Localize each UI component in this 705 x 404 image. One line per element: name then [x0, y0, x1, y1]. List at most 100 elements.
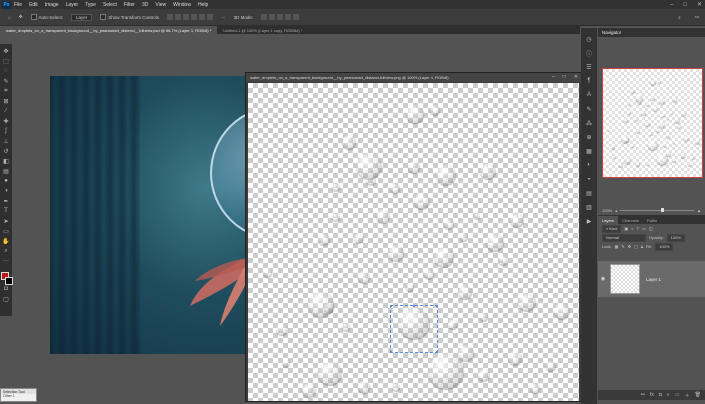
history-brush-icon[interactable]: ↺	[1, 146, 11, 156]
zoom-slider-knob[interactable]	[660, 207, 664, 212]
opacity-field[interactable]: 100%	[666, 233, 685, 242]
group-icon[interactable]: ▭	[675, 392, 680, 398]
tab-paths[interactable]: Paths	[643, 216, 661, 224]
brush-settings-icon[interactable]: ✎	[585, 105, 593, 113]
filter-smart-icon[interactable]: ◫	[649, 226, 653, 231]
transform-selection-box[interactable]	[390, 305, 438, 353]
layer-row-layer-1[interactable]: ◉ Layer 1	[598, 261, 705, 297]
history-panel-icon[interactable]: ◷	[585, 35, 593, 43]
tab-layers[interactable]: Layers	[598, 216, 619, 224]
quick-mask-icon[interactable]: ◘	[1, 284, 11, 294]
eyedropper-icon[interactable]: ∕	[1, 106, 11, 116]
auto-select-dropdown[interactable]: Layer	[71, 13, 93, 21]
search-icon[interactable]: ⌕	[678, 15, 681, 20]
more-options-icon[interactable]: ···	[221, 15, 226, 20]
brushes-panel-icon[interactable]: ⁂	[585, 119, 593, 127]
layer-style-icon[interactable]: fx	[650, 392, 654, 398]
link-layers-icon[interactable]: ⚯	[641, 392, 645, 398]
align-top-icon[interactable]	[191, 14, 198, 20]
background-document-canvas[interactable]	[50, 76, 246, 354]
tab-channels[interactable]: Channels	[618, 216, 643, 224]
doc-minimize-button[interactable]: –	[552, 73, 555, 82]
dodge-icon[interactable]: ◑	[1, 186, 11, 196]
transform-handle[interactable]	[390, 305, 392, 307]
filter-type-icon[interactable]: T	[637, 226, 639, 231]
align-middle-icon[interactable]	[199, 14, 206, 20]
styles-panel-icon[interactable]: ▥	[585, 203, 593, 211]
eraser-icon[interactable]: ◧	[1, 156, 11, 166]
kind-filter-dropdown[interactable]: ⌕ Kind	[602, 224, 622, 233]
menu-3d[interactable]: 3D	[142, 2, 148, 8]
maximize-button[interactable]: □	[683, 2, 687, 8]
filter-pixel-icon[interactable]: ▣	[624, 226, 628, 231]
adjustment-layer-icon[interactable]: ◐	[667, 392, 670, 398]
align-center-icon[interactable]	[175, 14, 182, 20]
menu-select[interactable]: Select	[103, 2, 117, 8]
3d-rotate-icon[interactable]	[261, 14, 268, 20]
menu-layer[interactable]: Layer	[66, 2, 79, 8]
adjustments-panel-icon[interactable]: ◒	[585, 175, 593, 183]
path-select-icon[interactable]: ➤	[1, 216, 11, 226]
swatches-panel-icon[interactable]: ▦	[585, 147, 593, 155]
transform-controls-option[interactable]: Show Transform Controls	[100, 14, 159, 20]
stamp-icon[interactable]: ⊥	[1, 136, 11, 146]
align-left-icon[interactable]	[167, 14, 174, 20]
lock-paint-icon[interactable]: ✎	[621, 244, 624, 249]
libraries-panel-icon[interactable]: ▤	[585, 189, 593, 197]
home-icon[interactable]: ⌂	[8, 15, 11, 20]
zoom-out-icon[interactable]: ▴	[615, 208, 617, 213]
transform-handle[interactable]	[390, 351, 392, 353]
zoom-icon[interactable]: ⌕	[1, 246, 11, 256]
menu-type[interactable]: Type	[85, 2, 96, 8]
menu-image[interactable]: Image	[45, 2, 59, 8]
tab-document-1[interactable]: water_droplets_on_a_transparent_backgrou…	[0, 26, 218, 34]
document-title-bar[interactable]: water_droplets_on_a_transparent_backgrou…	[246, 73, 581, 82]
auto-select-option[interactable]: Auto-Select:	[30, 14, 63, 20]
blur-icon[interactable]: ●	[1, 176, 11, 186]
menu-filter[interactable]: Filter	[124, 2, 135, 8]
selection-window-value[interactable]: Other 1	[1, 394, 36, 398]
transform-controls-checkbox[interactable]	[100, 14, 107, 20]
gradient-icon[interactable]: ▤	[1, 166, 11, 176]
zoom-slider[interactable]	[620, 207, 695, 212]
menu-window[interactable]: Window	[173, 2, 191, 8]
layer-name[interactable]: Layer 1	[646, 277, 661, 282]
menu-view[interactable]: View	[155, 2, 166, 8]
info-panel-icon[interactable]: ⓘ	[585, 49, 593, 58]
add-mask-icon[interactable]: ◘	[659, 392, 662, 398]
background-color[interactable]	[5, 277, 13, 285]
color-swatches[interactable]	[1, 272, 13, 285]
new-layer-icon[interactable]: ＋	[685, 392, 690, 399]
transparent-droplets-canvas[interactable]	[248, 83, 579, 401]
zoom-in-icon[interactable]: ▲	[697, 208, 701, 213]
menu-edit[interactable]: Edit	[29, 2, 38, 8]
actions-panel-icon[interactable]: ▶	[585, 217, 593, 225]
navigator-zoom-value[interactable]: 100%	[602, 208, 612, 213]
3d-roll-icon[interactable]	[269, 14, 276, 20]
navigator-header[interactable]: Navigator	[598, 28, 705, 37]
screen-mode-icon[interactable]: ▢	[1, 294, 11, 304]
doc-maximize-button[interactable]: □	[563, 73, 566, 82]
frame-icon[interactable]: ⊠	[1, 96, 11, 106]
more-icon[interactable]: ···	[1, 256, 11, 266]
crop-icon[interactable]: ⌗	[1, 86, 11, 96]
filter-adjust-icon[interactable]: ◐	[631, 226, 633, 231]
menu-file[interactable]: File	[14, 2, 22, 8]
blend-mode-dropdown[interactable]: Normal	[602, 233, 646, 242]
color-panel-icon[interactable]: ◐	[585, 161, 593, 169]
auto-select-checkbox[interactable]	[30, 14, 37, 20]
3d-drag-icon[interactable]	[277, 14, 284, 20]
paragraph-panel-icon[interactable]: ¶	[585, 77, 593, 85]
close-button[interactable]: ✕	[697, 1, 702, 8]
workspace-icon[interactable]: ▭	[695, 14, 699, 20]
rectangle-icon[interactable]: ▭	[1, 226, 11, 236]
3d-scale-icon[interactable]	[293, 14, 300, 20]
transform-handle[interactable]	[436, 305, 438, 307]
move-icon[interactable]: ✥	[1, 46, 11, 56]
minimize-button[interactable]: –	[670, 2, 673, 8]
doc-close-button[interactable]: ✕	[574, 73, 578, 82]
type-icon[interactable]: T	[1, 206, 11, 216]
align-right-icon[interactable]	[183, 14, 190, 20]
healing-icon[interactable]: ✚	[1, 116, 11, 126]
navigator-thumbnail[interactable]	[602, 68, 703, 178]
